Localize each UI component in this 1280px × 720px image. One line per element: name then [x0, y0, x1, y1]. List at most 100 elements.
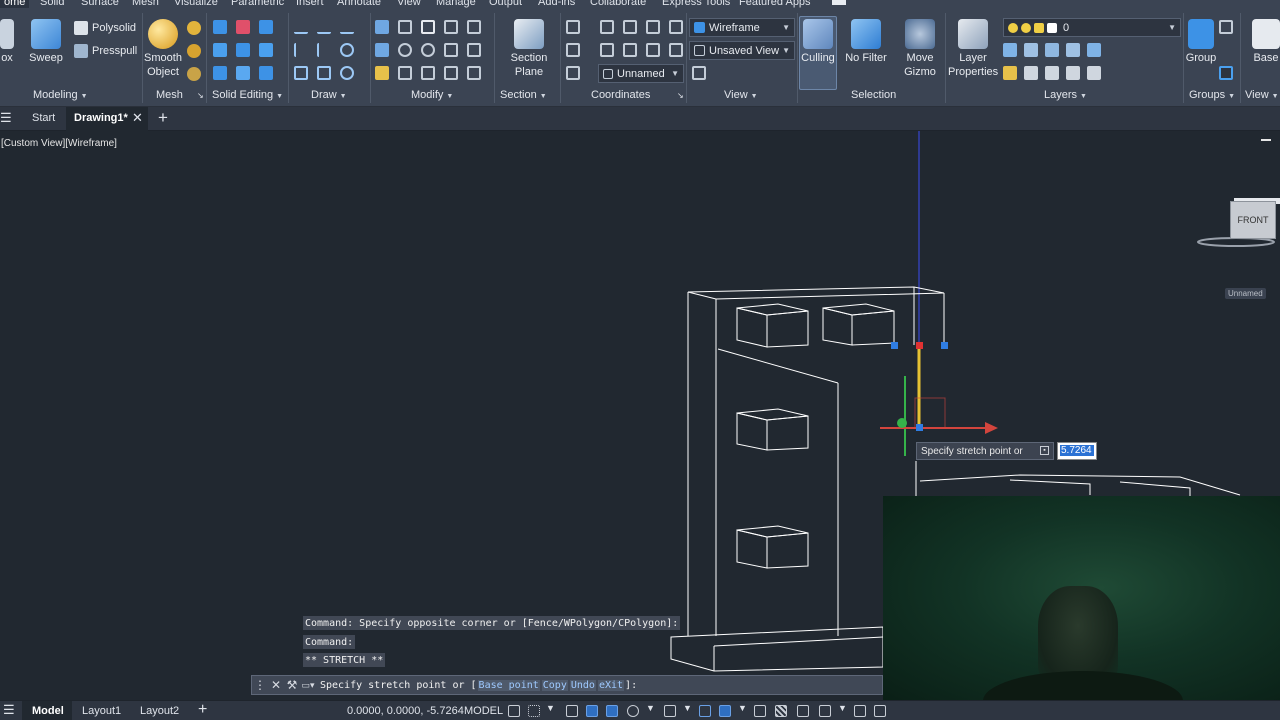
ribbon-tab-view[interactable]: View [397, 0, 421, 8]
erase-icon[interactable] [375, 66, 389, 80]
array-icon[interactable] [467, 66, 481, 80]
close-icon[interactable]: ✕ [132, 110, 143, 126]
ribbon-tab-visualize[interactable]: Visualize [174, 0, 218, 8]
option-base-point[interactable]: Base point [477, 679, 540, 691]
ucs-named-icon[interactable] [566, 66, 580, 80]
ucs-named-dropdown[interactable]: Unnamed ▼ [598, 64, 684, 83]
command-line[interactable]: ⋮ ✕ ⚒ ▭▾ Specify stretch point or [Base … [251, 675, 883, 695]
ucs-previous-icon[interactable] [623, 20, 637, 34]
polar-tracking-icon[interactable] [627, 705, 639, 717]
ribbon-tab-collaborate[interactable]: Collaborate [590, 0, 646, 8]
layer-dropdown[interactable]: 0 ▼ [1003, 18, 1181, 37]
box-button[interactable]: ox [0, 19, 14, 65]
trim-icon[interactable] [467, 20, 481, 34]
mesh-dialog-launcher-icon[interactable]: ↘ [197, 91, 204, 100]
grip-handle-icon[interactable]: ⋮ [252, 678, 268, 692]
layer-tool-icon[interactable] [1066, 43, 1080, 57]
layer-tool-icon[interactable] [1045, 66, 1059, 80]
tab-layout2[interactable]: Layout2 [140, 705, 179, 717]
panel-label-view-right[interactable]: View ▼ [1245, 89, 1279, 101]
3d-array-icon[interactable] [398, 43, 412, 57]
ucs-object-icon[interactable] [669, 20, 683, 34]
menu-icon[interactable]: ☰ [3, 702, 15, 718]
ungroup-icon[interactable] [1219, 20, 1233, 34]
3d-mirror-icon[interactable] [398, 66, 412, 80]
panel-label-modeling[interactable]: Modeling ▼ [33, 89, 88, 101]
3d-object-snap-icon[interactable] [819, 705, 831, 717]
explode-icon[interactable] [444, 66, 458, 80]
union-icon[interactable] [213, 20, 227, 34]
polyline-icon[interactable] [294, 20, 308, 34]
circle-icon[interactable] [340, 43, 354, 57]
panel-label-solid-editing[interactable]: Solid Editing ▼ [212, 89, 283, 101]
sweep-button[interactable]: Sweep [26, 19, 66, 65]
ucs-origin-icon[interactable] [600, 43, 614, 57]
ucs-x-icon[interactable] [669, 43, 683, 57]
saved-view-dropdown[interactable]: Unsaved View ▼ [689, 41, 795, 60]
mesh-smooth-more-icon[interactable] [187, 44, 201, 58]
layer-tool-icon[interactable] [1066, 66, 1080, 80]
ellipse-icon[interactable] [340, 66, 354, 80]
chevron-down-icon[interactable]: ▼ [738, 703, 747, 713]
transparency-icon[interactable] [775, 705, 787, 717]
chevron-down-icon[interactable]: ▼ [646, 703, 655, 713]
polyline-3d-icon[interactable] [294, 43, 308, 57]
3d-rotate-icon[interactable] [444, 20, 458, 34]
arc-icon[interactable] [340, 20, 354, 34]
spline-icon[interactable] [317, 20, 331, 34]
layer-tool-icon[interactable] [1003, 43, 1017, 57]
separate-icon[interactable] [259, 66, 273, 80]
move-icon[interactable] [421, 20, 435, 34]
move-gizmo-button[interactable]: Move Gizmo [900, 19, 940, 79]
panel-label-groups[interactable]: Groups ▼ [1189, 89, 1235, 101]
ribbon-tab-featured-apps[interactable]: Featured Apps [739, 0, 811, 8]
extract-edges-icon[interactable] [259, 43, 273, 57]
ucs-world-icon[interactable] [600, 20, 614, 34]
ribbon-tab-solid[interactable]: Solid [40, 0, 64, 8]
presspull-button[interactable]: Presspull [74, 44, 137, 58]
selection-filter-icon[interactable] [874, 705, 886, 717]
ucs-icon[interactable] [566, 20, 580, 34]
base-view-button[interactable]: Base [1252, 19, 1280, 65]
isometric-drafting-icon[interactable] [664, 705, 676, 717]
close-icon[interactable]: ✕ [268, 678, 284, 692]
coordinates-readout[interactable]: 0.0000, 0.0000, -5.7264 [347, 705, 464, 717]
group-selection-icon[interactable] [1219, 66, 1233, 80]
panel-label-view[interactable]: View ▼ [724, 89, 758, 101]
rotate-icon[interactable] [421, 43, 435, 57]
culling-button-content[interactable]: Culling [799, 19, 837, 65]
panel-label-layers[interactable]: Layers ▼ [1044, 89, 1087, 101]
layer-tool-icon[interactable] [1024, 66, 1038, 80]
viewport-config-icon[interactable] [692, 66, 706, 80]
panel-label-section[interactable]: Section ▼ [500, 89, 547, 101]
intersect-icon[interactable] [213, 43, 227, 57]
ribbon-tab-home[interactable]: ome [0, 0, 30, 8]
selection-cycling-icon[interactable] [797, 705, 809, 717]
panel-label-mesh[interactable]: Mesh [156, 89, 183, 101]
panel-label-coordinates[interactable]: Coordinates [591, 89, 650, 101]
dynamic-input-icon[interactable] [586, 705, 598, 717]
panel-label-modify[interactable]: Modify ▼ [411, 89, 453, 101]
viewcube-compass-ring[interactable] [1197, 237, 1275, 247]
object-snap-tracking-icon[interactable] [699, 705, 711, 717]
menu-icon[interactable]: ☰ [0, 110, 12, 126]
dynamic-ucs-icon[interactable] [854, 705, 866, 717]
scale-icon[interactable] [444, 43, 458, 57]
drawing-viewport[interactable]: [Custom View][Wireframe] FRONT Unnamed S… [0, 131, 1280, 700]
mirror-icon[interactable] [375, 20, 389, 34]
3d-align-icon[interactable] [398, 20, 412, 34]
ribbon-tab-add-ins[interactable]: Add-ins [538, 0, 575, 8]
ucs-zaxis-icon[interactable] [623, 43, 637, 57]
polygon-icon[interactable] [294, 66, 308, 80]
move-gizmo[interactable] [880, 347, 998, 456]
object-snap-icon[interactable] [719, 705, 731, 717]
dynamic-input-field[interactable]: 5.7264 [1057, 442, 1097, 460]
ribbon-tab-parametric[interactable]: Parametric [231, 0, 284, 8]
chevron-down-icon[interactable]: ▼ [838, 703, 847, 713]
ribbon-tab-mesh[interactable]: Mesh [132, 0, 159, 8]
no-filter-button[interactable]: No Filter [843, 19, 889, 65]
interfere-icon[interactable] [259, 20, 273, 34]
subtract-icon[interactable] [236, 20, 250, 34]
fillet-icon[interactable] [375, 43, 389, 57]
viewcube[interactable]: FRONT [1230, 201, 1276, 239]
